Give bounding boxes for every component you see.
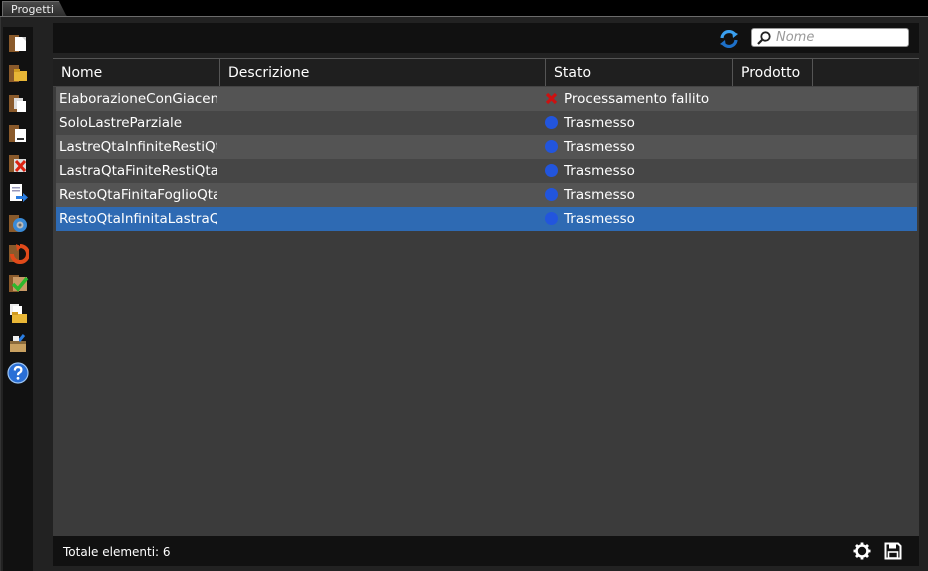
search-icon [756, 30, 772, 50]
cell-stato: Trasmesso [545, 183, 730, 207]
item-count: Totale elementi: 6 [63, 545, 171, 559]
status-text: Trasmesso [564, 187, 635, 203]
table-row[interactable]: ElaborazioneConGiacenze Processamento fa… [56, 87, 917, 111]
column-header-stato[interactable]: Stato [546, 59, 733, 86]
column-header-nome[interactable]: Nome [53, 59, 220, 86]
cell-nome: ElaborazioneConGiacenze [59, 91, 217, 107]
cell-stato: Trasmesso [545, 135, 730, 159]
status-text: Trasmesso [564, 139, 635, 155]
cell-stato: Trasmesso [545, 111, 730, 135]
table-row[interactable]: RestoQtaFinitaFoglioQtaF Trasmesso [56, 183, 917, 207]
table-body: ElaborazioneConGiacenze Processamento fa… [56, 87, 917, 231]
blue-dot-icon [545, 116, 558, 129]
cell-stato: Processamento fallito [545, 87, 730, 111]
error-x-icon [545, 92, 558, 105]
table-row[interactable]: LastraQtaFiniteRestiQtaInf Trasmesso [56, 159, 917, 183]
new-project-icon[interactable] [6, 31, 30, 55]
blue-dot-icon [545, 212, 558, 225]
project-list-icon[interactable] [6, 121, 30, 145]
blue-dot-icon [545, 188, 558, 201]
settings-gear-icon[interactable] [853, 542, 871, 560]
delete-project-icon[interactable] [6, 151, 30, 175]
refresh-icon[interactable] [719, 29, 739, 49]
import-files-icon[interactable] [6, 301, 30, 325]
search-box [751, 28, 909, 47]
cell-stato: Trasmesso [545, 159, 730, 183]
table-row[interactable]: LastreQtaInfiniteRestiQtaI Trasmesso [56, 135, 917, 159]
sidebar [3, 27, 33, 571]
cell-stato: Trasmesso [545, 207, 730, 231]
cell-nome: LastreQtaInfiniteRestiQtaI [59, 139, 217, 155]
save-icon[interactable] [884, 542, 902, 560]
cell-nome: RestoQtaFinitaFoglioQtaF [59, 187, 217, 203]
column-header-prodotto[interactable]: Prodotto [733, 59, 813, 86]
table-row[interactable]: SoloLastreParziale Trasmesso [56, 111, 917, 135]
projects-table: Nome Descrizione Stato Prodotto Elaboraz… [53, 58, 919, 537]
blue-dot-icon [545, 140, 558, 153]
table-row-selected[interactable]: RestoQtaInfinitaLastraQta Trasmesso [56, 207, 917, 231]
reset-icon[interactable] [6, 241, 30, 265]
status-text: Trasmesso [564, 211, 635, 227]
status-text: Trasmesso [564, 163, 635, 179]
process-gear-icon[interactable] [6, 211, 30, 235]
table-header: Nome Descrizione Stato Prodotto [53, 59, 919, 87]
column-header-descrizione[interactable]: Descrizione [220, 59, 546, 86]
blue-dot-icon [545, 164, 558, 177]
copy-project-icon[interactable] [6, 91, 30, 115]
toolbar [53, 23, 919, 53]
search-input[interactable] [776, 29, 904, 46]
status-text: Trasmesso [564, 115, 635, 131]
main-frame: Nome Descrizione Stato Prodotto Elaboraz… [0, 17, 928, 571]
footer-bar: Totale elementi: 6 [53, 536, 919, 566]
tab-bar: Progetti [0, 0, 928, 17]
approve-icon[interactable] [6, 271, 30, 295]
cell-nome: SoloLastreParziale [59, 115, 183, 131]
cell-nome: RestoQtaInfinitaLastraQta [59, 211, 217, 227]
archive-icon[interactable] [6, 331, 30, 355]
status-text: Processamento fallito [564, 91, 710, 107]
help-icon[interactable] [6, 361, 30, 385]
open-folder-icon[interactable] [6, 61, 30, 85]
export-project-icon[interactable] [6, 181, 30, 205]
cell-nome: LastraQtaFiniteRestiQtaInf [59, 163, 217, 179]
tab-progetti[interactable]: Progetti [2, 1, 67, 17]
